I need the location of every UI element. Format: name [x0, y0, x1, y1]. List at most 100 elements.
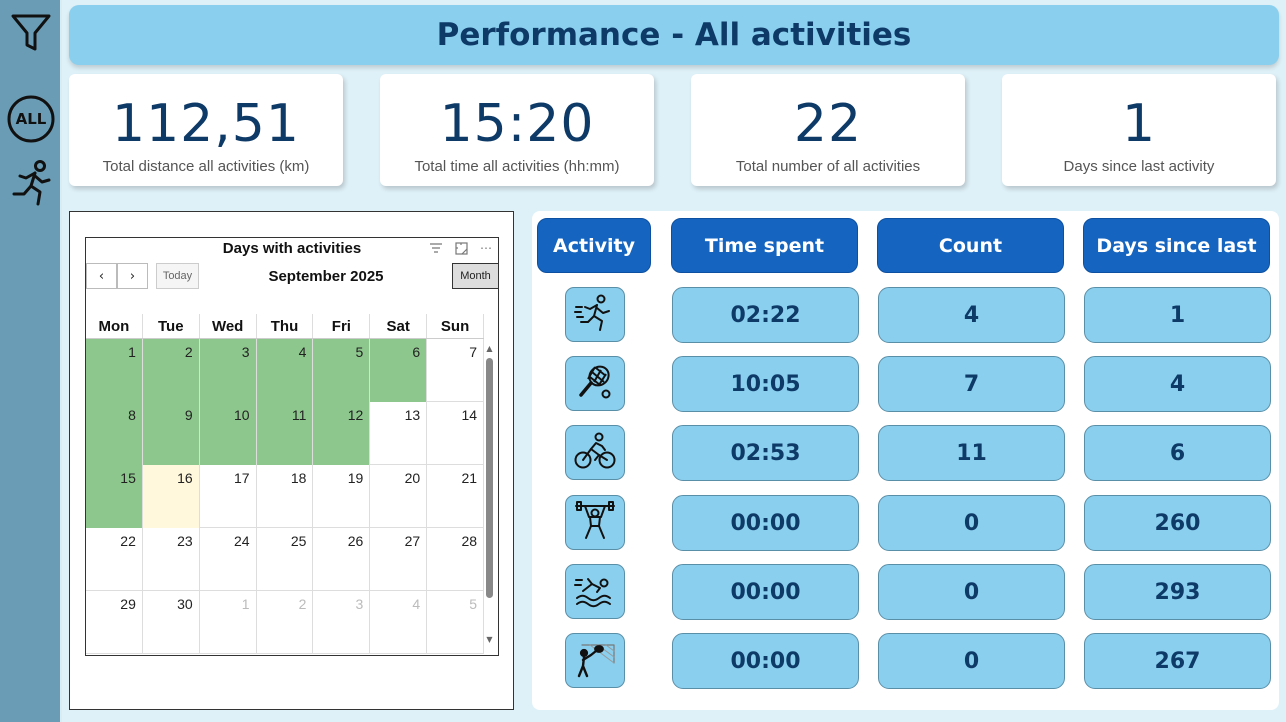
scroll-down-icon[interactable]: ▼	[485, 635, 494, 644]
running-icon	[573, 293, 617, 337]
header-time-spent: Time spent	[671, 218, 858, 273]
header-count: Count	[877, 218, 1064, 273]
calendar-day[interactable]: 16	[142, 465, 200, 528]
calendar-weeks: 1 2 3 4 5 6 7 8 9 10 11 12 13 14 15 16 17 18 19 20 21 22 23 24 2…	[86, 339, 485, 654]
calendar-day[interactable]: 14	[427, 402, 485, 465]
time-spent-cell: 00:00	[672, 633, 859, 689]
page-title: Performance - All activities	[436, 17, 912, 53]
sidebar: ALL	[0, 0, 62, 722]
calendar-day[interactable]: 9	[142, 402, 200, 465]
time-spent-cell: 02:22	[672, 287, 859, 343]
days-since-last-cell: 267	[1084, 633, 1271, 689]
prev-month-button[interactable]: ‹	[86, 263, 117, 289]
calendar-day[interactable]: 3	[313, 591, 371, 654]
running-filter-button[interactable]	[4, 158, 58, 212]
activity-icon-button[interactable]	[565, 633, 625, 688]
activity-table: Activity Time spent Count Days since las…	[532, 211, 1279, 710]
header-activity: Activity	[537, 218, 651, 273]
kpi-value: 1	[1121, 94, 1157, 154]
activity-icon-button[interactable]	[565, 356, 625, 411]
activity-icon-button[interactable]	[565, 425, 625, 480]
kpi-value: 22	[793, 94, 863, 154]
count-cell: 4	[878, 287, 1065, 343]
time-spent-cell: 10:05	[672, 356, 859, 412]
count-cell: 0	[878, 495, 1065, 551]
count-cell: 7	[878, 356, 1065, 412]
visual-header-icons: ⋯	[429, 242, 492, 258]
weekday-label: Wed	[200, 314, 257, 338]
calendar-day[interactable]: 21	[427, 465, 485, 528]
calendar-day[interactable]: 17	[200, 465, 257, 528]
calendar-panel: Days with activities ⋯ ‹ › Today Septemb…	[69, 211, 514, 710]
weekday-label: Sat	[370, 314, 428, 338]
tennis-icon	[575, 362, 615, 406]
calendar-day[interactable]: 2	[257, 591, 314, 654]
calendar-week: 29 30 1 2 3 4 5	[86, 591, 485, 654]
activity-icon-button[interactable]	[565, 287, 625, 342]
today-button[interactable]: Today	[156, 263, 199, 289]
calendar-day[interactable]: 22	[86, 528, 143, 591]
cycling-icon	[573, 431, 617, 475]
calendar-day[interactable]: 1	[86, 339, 143, 402]
count-cell: 11	[878, 425, 1065, 481]
swimming-icon	[573, 570, 617, 614]
calendar-day[interactable]: 1	[200, 591, 257, 654]
calendar-day[interactable]: 11	[256, 402, 314, 465]
calendar-day[interactable]: 27	[370, 528, 428, 591]
calendar-day[interactable]: 13	[370, 402, 428, 465]
kpi-label: Days since last activity	[1063, 158, 1215, 175]
calendar-day[interactable]: 23	[143, 528, 200, 591]
calendar-day[interactable]: 8	[86, 402, 143, 465]
calendar-day[interactable]: 20	[370, 465, 428, 528]
calendar-day[interactable]: 7	[427, 339, 485, 402]
days-since-last-cell: 293	[1084, 564, 1271, 620]
scroll-up-icon[interactable]: ▲	[485, 344, 494, 353]
weekday-label: Sun	[427, 314, 485, 338]
calendar-day[interactable]: 24	[200, 528, 257, 591]
calendar-day[interactable]: 25	[257, 528, 314, 591]
calendar-day[interactable]: 26	[313, 528, 371, 591]
header-days-since-last: Days since last	[1083, 218, 1270, 273]
activity-icon-button[interactable]	[565, 495, 625, 550]
calendar-day[interactable]: 3	[199, 339, 257, 402]
focus-mode-icon[interactable]	[455, 242, 468, 258]
calendar-day[interactable]: 4	[256, 339, 314, 402]
weekday-label: Thu	[257, 314, 314, 338]
time-spent-cell: 00:00	[672, 564, 859, 620]
weightlifting-icon	[573, 500, 617, 546]
filter-button[interactable]	[4, 8, 58, 62]
kpi-label: Total time all activities (hh:mm)	[414, 158, 620, 175]
more-options-icon[interactable]: ⋯	[480, 242, 492, 258]
count-cell: 0	[878, 633, 1065, 689]
calendar-week: 8 9 10 11 12 13 14	[86, 402, 485, 465]
calendar-day[interactable]: 29	[86, 591, 143, 654]
days-since-last-cell: 260	[1084, 495, 1271, 551]
days-since-last-cell: 1	[1084, 287, 1271, 343]
all-activities-button[interactable]: ALL	[4, 92, 58, 146]
days-since-last-cell: 6	[1084, 425, 1271, 481]
kpi-value: 15:20	[439, 94, 595, 154]
calendar-day[interactable]: 5	[313, 339, 371, 402]
current-month: September 2025	[268, 268, 384, 285]
all-icon: ALL	[6, 94, 56, 144]
filter-icon[interactable]	[429, 242, 443, 258]
next-month-button[interactable]: ›	[117, 263, 148, 289]
kpi-days-since-last: 1 Days since last activity	[1002, 74, 1276, 186]
activity-icon-button[interactable]	[565, 564, 625, 619]
month-view-button[interactable]: Month	[452, 263, 498, 289]
calendar-day[interactable]: 4	[370, 591, 428, 654]
calendar-day[interactable]: 15	[86, 465, 143, 528]
calendar-day[interactable]: 19	[313, 465, 371, 528]
calendar-day[interactable]: 18	[257, 465, 314, 528]
weekday-label: Tue	[143, 314, 200, 338]
calendar-scrollbar[interactable]: ▲ ▼	[485, 344, 494, 644]
calendar-day[interactable]: 2	[142, 339, 200, 402]
scroll-thumb[interactable]	[486, 358, 493, 598]
calendar-day[interactable]: 6	[370, 339, 428, 402]
calendar-day[interactable]: 5	[427, 591, 485, 654]
calendar-day[interactable]: 12	[313, 402, 371, 465]
calendar-day[interactable]: 28	[427, 528, 485, 591]
calendar-week: 22 23 24 25 26 27 28	[86, 528, 485, 591]
calendar-day[interactable]: 30	[143, 591, 200, 654]
calendar-day[interactable]: 10	[199, 402, 257, 465]
